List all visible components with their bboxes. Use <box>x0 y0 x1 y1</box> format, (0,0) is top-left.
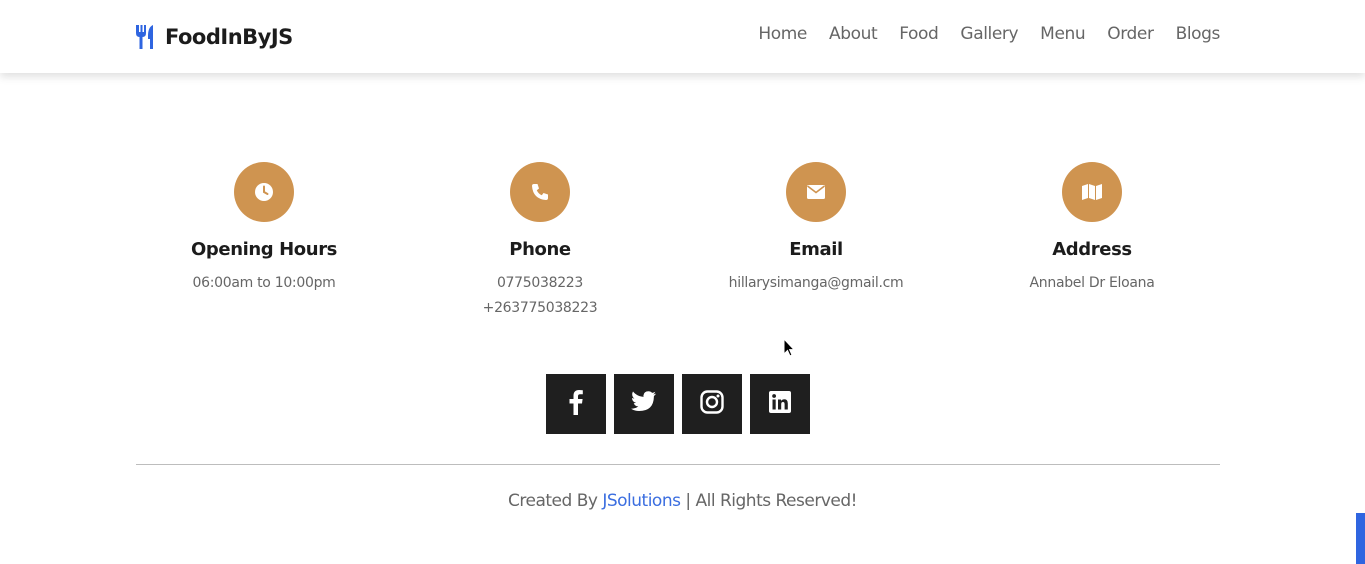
nav-blogs[interactable]: Blogs <box>1176 24 1221 44</box>
instagram-button[interactable] <box>682 374 742 434</box>
mouse-cursor-icon <box>783 337 796 358</box>
facebook-icon <box>569 389 583 419</box>
header: FoodInByJS Home About Food Gallery Menu … <box>0 0 1365 73</box>
info-title: Address <box>1052 239 1132 260</box>
nav-gallery[interactable]: Gallery <box>960 24 1018 44</box>
credit-link[interactable]: JSolutions <box>602 491 681 511</box>
nav-order[interactable]: Order <box>1107 24 1154 44</box>
envelope-icon <box>786 162 846 222</box>
info-address: Address Annabel Dr Eloana <box>954 162 1230 321</box>
info-title: Opening Hours <box>191 239 337 260</box>
nav-menu[interactable]: Menu <box>1040 24 1085 44</box>
info-email: Email hillarysimanga@gmail.cm <box>678 162 954 321</box>
twitter-icon <box>631 391 657 417</box>
main-nav: Home About Food Gallery Menu Order Blogs <box>736 24 1220 44</box>
info-value: hillarysimanga@gmail.cm <box>728 275 904 291</box>
utensils-icon <box>135 24 157 50</box>
info-opening-hours: Opening Hours 06:00am to 10:00pm <box>126 162 402 321</box>
linkedin-button[interactable] <box>750 374 810 434</box>
info-value: Annabel Dr Eloana <box>1029 275 1155 291</box>
brand-name: FoodInByJS <box>165 25 293 49</box>
footer-divider <box>136 464 1220 465</box>
scroll-top-button[interactable] <box>1356 513 1365 564</box>
map-icon <box>1062 162 1122 222</box>
info-title: Phone <box>509 239 571 260</box>
nav-about[interactable]: About <box>829 24 878 44</box>
phone-icon <box>510 162 570 222</box>
nav-food[interactable]: Food <box>899 24 939 44</box>
info-value: 0775038223 <box>496 275 584 291</box>
credit-suffix: | All Rights Reserved! <box>680 491 857 511</box>
credit-prefix: Created By <box>508 491 603 511</box>
contact-info: Opening Hours 06:00am to 10:00pm Phone 0… <box>126 162 1230 321</box>
info-value: 06:00am to 10:00pm <box>192 275 336 291</box>
twitter-button[interactable] <box>614 374 674 434</box>
social-links <box>546 374 810 434</box>
instagram-icon <box>700 390 724 418</box>
info-title: Email <box>789 239 843 260</box>
facebook-button[interactable] <box>546 374 606 434</box>
nav-home[interactable]: Home <box>758 24 807 44</box>
info-phone: Phone 0775038223 +263775038223 <box>402 162 678 321</box>
footer-credit: Created By JSolutions | All Rights Reser… <box>0 491 1365 511</box>
linkedin-icon <box>768 390 792 418</box>
clock-icon <box>234 162 294 222</box>
brand-logo[interactable]: FoodInByJS <box>135 22 293 52</box>
info-value: +263775038223 <box>482 300 598 316</box>
